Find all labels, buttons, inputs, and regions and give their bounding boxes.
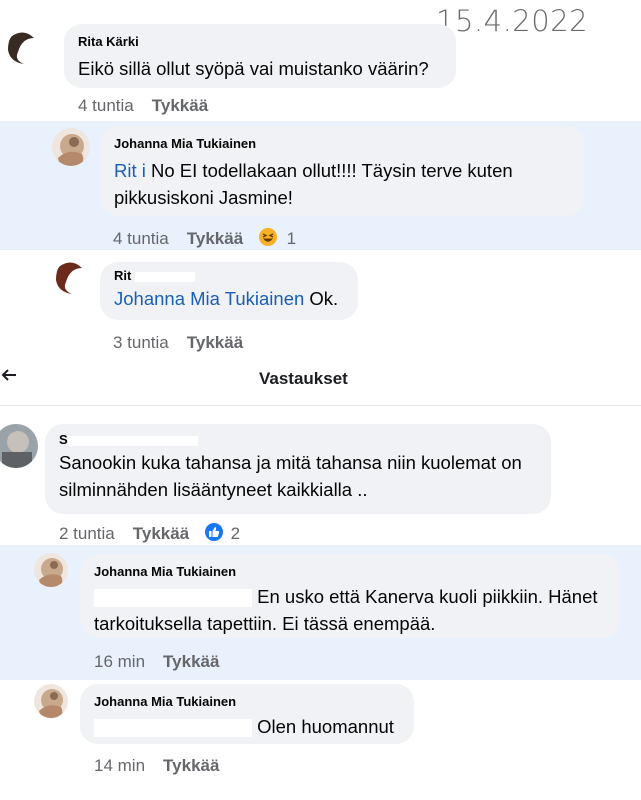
avatar[interactable] <box>52 258 90 296</box>
like-button[interactable]: Tykkää <box>133 524 189 543</box>
comment-author[interactable]: S <box>59 432 537 447</box>
like-button[interactable]: Tykkää <box>163 756 219 775</box>
comment-text: Eikö sillä ollut syöpä vai muistanko vää… <box>78 58 429 79</box>
comment-text-line: pikkusiskoni Jasmine! <box>114 187 293 208</box>
avatar-image <box>52 258 90 296</box>
like-reaction-icon[interactable] <box>204 522 224 547</box>
avatar[interactable] <box>0 424 38 468</box>
comment-author[interactable]: Rit <box>114 268 344 283</box>
avatar[interactable] <box>34 684 68 718</box>
avatar[interactable] <box>4 28 42 66</box>
comment-bubble: Rit Johanna Mia Tukiainen Ok. <box>100 262 358 320</box>
avatar-image <box>34 553 68 587</box>
comment-time[interactable]: 4 tuntia <box>113 229 169 248</box>
avatar-image <box>4 28 42 66</box>
comment-text-line: silminnähden lisääntyneet kaikkialla .. <box>59 479 368 500</box>
comment-bubble: Johanna Mia Tukiainen En usko että Kaner… <box>80 554 620 638</box>
comment-meta: 4 tuntia Tykkää <box>78 96 208 116</box>
redacted-mention <box>94 589 252 608</box>
mention-link[interactable]: Johanna Mia Tukiainen <box>114 288 304 309</box>
comment-text-line: En usko että Kanerva kuoli piikkiin. Hän… <box>94 583 606 610</box>
mention-link[interactable]: Rit i <box>114 160 146 181</box>
comment-meta: 2 tuntia Tykkää 2 <box>59 522 240 547</box>
comment-bubble: Johanna Mia Tukiainen Olen huomannut <box>80 684 414 744</box>
comment-author[interactable]: Johanna Mia Tukiainen <box>94 564 606 579</box>
comment-text-line: tarkoituksella tapettiin. Ei tässä enemp… <box>94 613 436 634</box>
redaction <box>134 271 195 282</box>
comment-text-line: Sanookin kuka tahansa ja mitä tahansa ni… <box>59 452 522 473</box>
comment-meta: 14 min Tykkää <box>94 756 219 776</box>
comment-bubble: Johanna Mia Tukiainen Rit i No EI todell… <box>100 126 584 216</box>
like-button[interactable]: Tykkää <box>163 652 219 671</box>
redaction <box>67 435 198 446</box>
laugh-reaction-icon[interactable] <box>258 227 278 252</box>
divider <box>0 405 641 406</box>
comment-meta: 3 tuntia Tykkää <box>113 333 243 353</box>
avatar-image <box>34 684 68 718</box>
replies-header[interactable]: Vastaukset <box>259 369 348 389</box>
comment-author[interactable]: Rita Kärki <box>78 34 442 49</box>
comment-time[interactable]: 3 tuntia <box>113 333 169 352</box>
reaction-count[interactable]: 1 <box>287 229 296 248</box>
arrow-left-icon[interactable] <box>0 366 18 389</box>
comment-bubble: S Sanookin kuka tahansa ja mitä tahansa … <box>45 424 551 514</box>
reaction-count[interactable]: 2 <box>231 524 240 543</box>
comment-author[interactable]: Johanna Mia Tukiainen <box>94 694 400 709</box>
comment-time[interactable]: 16 min <box>94 652 145 671</box>
comment-bubble: Rita Kärki Eikö sillä ollut syöpä vai mu… <box>64 24 456 88</box>
like-button[interactable]: Tykkää <box>187 333 243 352</box>
comment-text-line: Johanna Mia Tukiainen Ok. <box>114 288 339 309</box>
comment-meta: 4 tuntia Tykkää 1 <box>113 227 296 252</box>
comment-time[interactable]: 14 min <box>94 756 145 775</box>
comment-author[interactable]: Johanna Mia Tukiainen <box>114 136 570 151</box>
avatar-image <box>0 424 38 468</box>
comment-text-line: Rit i No EI todellakaan ollut!!!! Täysin… <box>114 160 513 181</box>
comment-time[interactable]: 4 tuntia <box>78 96 134 115</box>
comment-meta: 16 min Tykkää <box>94 652 219 672</box>
redacted-mention <box>94 719 252 738</box>
avatar-image <box>52 128 90 166</box>
date-stamp: 15.4.2022 <box>436 4 589 38</box>
comment-text-line: Olen huomannut <box>94 713 400 740</box>
like-button[interactable]: Tykkää <box>187 229 243 248</box>
like-button[interactable]: Tykkää <box>152 96 208 115</box>
avatar[interactable] <box>34 553 68 587</box>
avatar[interactable] <box>52 128 90 166</box>
comment-time[interactable]: 2 tuntia <box>59 524 115 543</box>
